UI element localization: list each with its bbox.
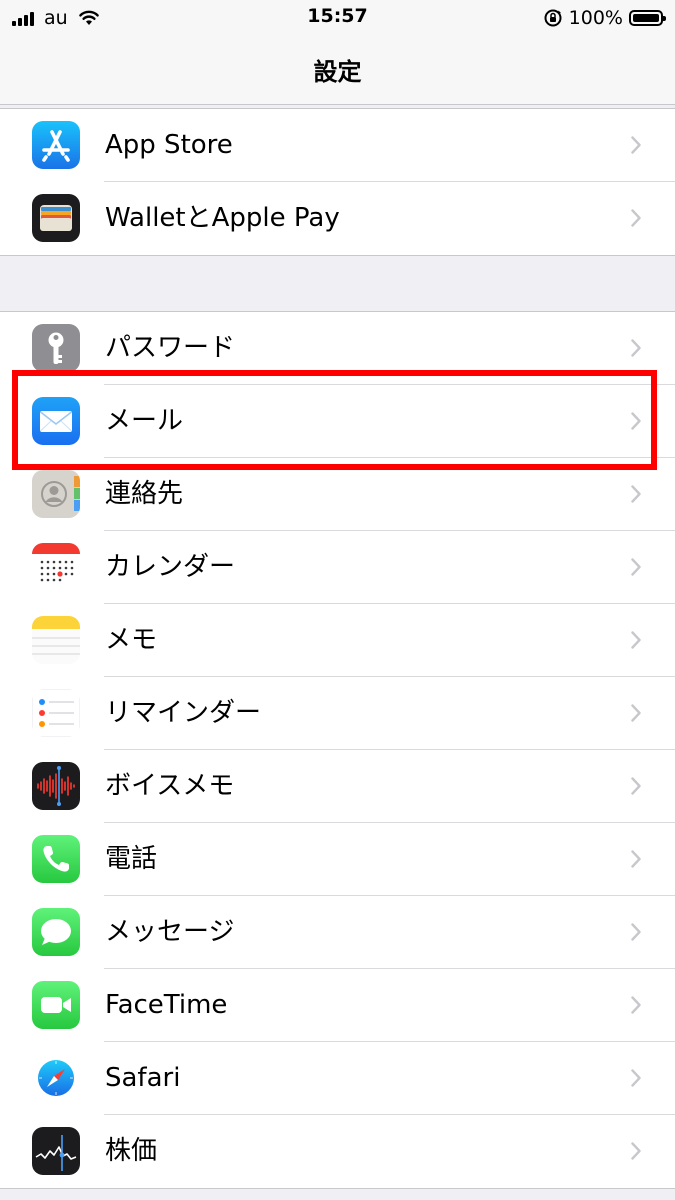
page-title: 設定 bbox=[313, 58, 362, 86]
settings-row-label: ボイスメモ bbox=[105, 771, 235, 801]
settings-group-store: App Store WalletとApple Pay bbox=[0, 108, 675, 256]
settings-row-label: リマインダー bbox=[105, 698, 262, 728]
chevron-right-icon bbox=[631, 996, 641, 1014]
settings-row-label: 電話 bbox=[105, 844, 158, 874]
settings-row-notes[interactable]: メモ bbox=[0, 604, 675, 677]
navigation-bar: 設定 bbox=[0, 36, 675, 105]
chevron-right-icon bbox=[631, 1142, 641, 1160]
settings-row-label: Safari bbox=[105, 1063, 181, 1093]
settings-row-calendar[interactable]: カレンダー bbox=[0, 531, 675, 604]
settings-row-stocks[interactable]: 株価 bbox=[0, 1115, 675, 1188]
chevron-right-icon bbox=[631, 209, 641, 227]
settings-row-label: カレンダー bbox=[105, 552, 236, 582]
highlight-box bbox=[12, 370, 657, 470]
safari-icon bbox=[32, 1054, 80, 1102]
calendar-icon bbox=[32, 543, 80, 591]
chevron-right-icon bbox=[631, 485, 641, 503]
settings-row-voice-memos[interactable]: ボイスメモ bbox=[0, 750, 675, 823]
battery-icon bbox=[629, 10, 666, 26]
settings-row-phone[interactable]: 電話 bbox=[0, 823, 675, 896]
settings-row-safari[interactable]: Safari bbox=[0, 1042, 675, 1115]
contacts-icon bbox=[32, 470, 80, 518]
settings-row-app-store[interactable]: App Store bbox=[0, 109, 675, 182]
wallet-icon bbox=[32, 194, 80, 242]
chevron-right-icon bbox=[631, 704, 641, 722]
settings-row-reminders[interactable]: リマインダー bbox=[0, 677, 675, 750]
settings-row-label: メッセージ bbox=[105, 917, 235, 947]
reminders-icon bbox=[32, 689, 80, 737]
facetime-icon bbox=[32, 981, 80, 1029]
settings-row-label: WalletとApple Pay bbox=[105, 203, 340, 233]
settings-row-label: 株価 bbox=[105, 1136, 158, 1166]
settings-row-label: メモ bbox=[105, 625, 158, 655]
settings-row-wallet[interactable]: WalletとApple Pay bbox=[0, 182, 675, 255]
stocks-icon bbox=[32, 1127, 80, 1175]
notes-icon bbox=[32, 616, 80, 664]
chevron-right-icon bbox=[631, 631, 641, 649]
voice-memos-icon bbox=[32, 762, 80, 810]
battery-percent: 100% bbox=[568, 7, 623, 29]
chevron-right-icon bbox=[631, 558, 641, 576]
settings-row-messages[interactable]: メッセージ bbox=[0, 896, 675, 969]
chevron-right-icon bbox=[631, 339, 641, 357]
chevron-right-icon bbox=[631, 1069, 641, 1087]
chevron-right-icon bbox=[631, 136, 641, 154]
status-bar: au 15:57 100% bbox=[0, 0, 675, 36]
chevron-right-icon bbox=[631, 777, 641, 795]
orientation-lock-icon bbox=[544, 9, 562, 27]
app-store-icon bbox=[32, 121, 80, 169]
phone-icon bbox=[32, 835, 80, 883]
settings-row-label: FaceTime bbox=[105, 990, 228, 1020]
chevron-right-icon bbox=[631, 923, 641, 941]
settings-row-facetime[interactable]: FaceTime bbox=[0, 969, 675, 1042]
settings-row-label: App Store bbox=[105, 130, 233, 160]
messages-icon bbox=[32, 908, 80, 956]
status-right: 100% bbox=[543, 5, 666, 31]
chevron-right-icon bbox=[631, 850, 641, 868]
key-icon bbox=[32, 324, 80, 372]
